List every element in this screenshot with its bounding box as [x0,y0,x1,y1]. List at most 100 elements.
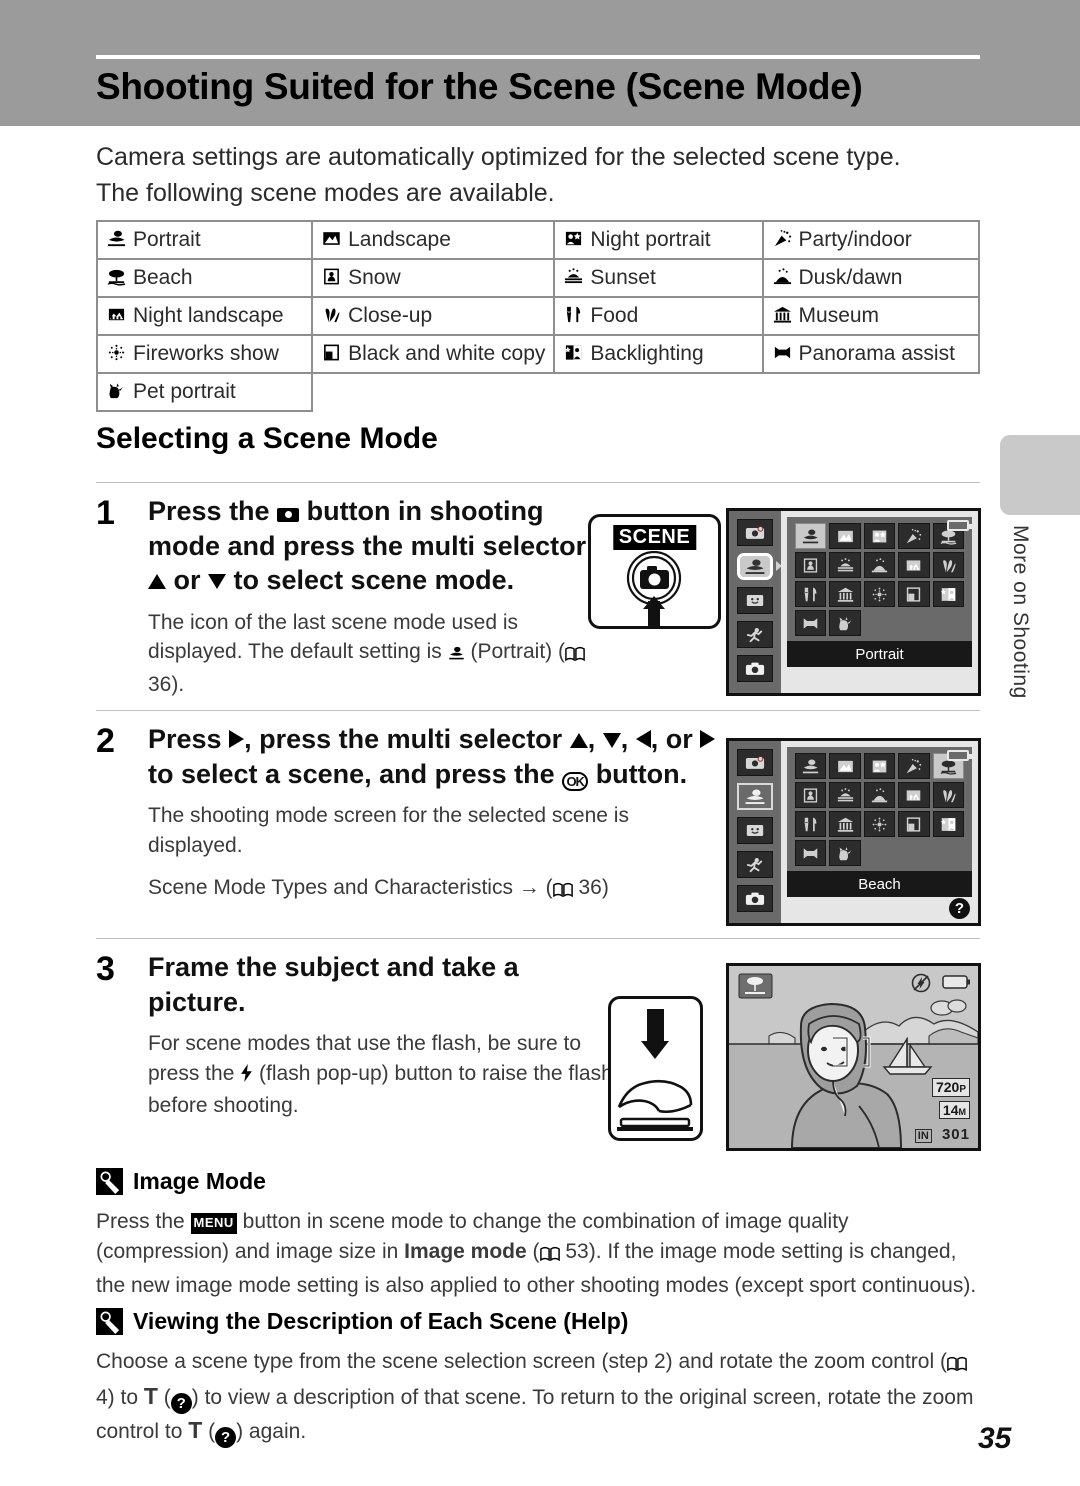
scene-mode-cell: Fireworks show [95,334,314,374]
scene-grid-item[interactable] [795,811,827,837]
step-2-title-part-f: to select a scene, and press the [148,758,563,789]
scene-grid-item[interactable] [829,840,861,866]
section-tab-label: More on Shooting [1009,525,1032,699]
note-scene-help: Viewing the Description of Each Scene (H… [96,1308,980,1449]
rail-item-smart-portrait-2[interactable] [737,817,773,844]
scene-grid-item[interactable] [863,552,896,578]
scene-grid-item[interactable] [898,581,930,607]
tele-zoom-label-1: T [143,1383,158,1410]
rail-item-sport-2[interactable] [737,851,773,878]
scene-mode-cell: Night landscape [95,296,314,336]
rail-item-sport[interactable] [737,621,773,648]
rail-item-camera[interactable] [737,655,773,682]
rail-item-camera-2[interactable] [737,885,773,912]
rail-item-smart-portrait[interactable] [737,587,773,614]
scene-grid-item[interactable] [898,782,930,808]
right-triangle-icon-1 [229,730,245,748]
scene-grid-item[interactable] [795,610,827,636]
scene-mode-label: Party/indoor [798,228,912,251]
scene-grid-item[interactable] [795,782,827,808]
rail-item-scene-2[interactable] [737,783,773,810]
step-2-ref-part-a: Scene Mode Types and Characteristics → ( [148,875,553,899]
section-heading: Selecting a Scene Mode [96,422,438,455]
scene-grid-item[interactable] [829,782,861,808]
table-row: Pet portrait [95,372,979,412]
scene-grid-blank [864,840,895,866]
scene-grid-item[interactable] [795,552,827,578]
scene-grid-item[interactable] [863,753,896,779]
mode-rail [729,511,782,693]
scene-grid-item[interactable] [932,811,964,837]
scene-mode-cell: Panorama assist [761,334,981,374]
scene-grid-item[interactable] [795,523,827,549]
header-rule [96,55,980,59]
camera-icon [277,506,300,522]
divider-1 [96,482,980,483]
scene-grid-item[interactable] [795,753,827,779]
scene-grid-item[interactable] [863,581,896,607]
scene-mode-cell: Snow [311,258,556,298]
movie-resolution-badge: 720P [931,1078,970,1097]
help-badge-icon[interactable]: ? [949,898,970,919]
scene-select-screen-beach: Beach ? [726,738,981,926]
scene-grid-item[interactable] [932,581,964,607]
scene-icon-grid-2 [787,747,972,866]
battery-icon-2 [947,750,972,761]
scene-mode-label: Snow [348,266,401,289]
book-reference-icon-2 [552,876,573,906]
step-1-title-part-a: Press the [148,496,278,526]
battery-status-icon [942,975,970,989]
page-number: 35 [978,1422,1012,1455]
scene-grid-item[interactable] [829,523,861,549]
down-triangle-icon-2 [602,733,621,748]
beach-icon [107,267,127,287]
scene-grid-blank [933,840,964,866]
scene-grid-item[interactable] [898,811,930,837]
scene-grid-item[interactable] [829,753,861,779]
scene-grid-item[interactable] [932,782,964,808]
rail-item-auto[interactable] [737,519,773,546]
scene-grid-item[interactable] [898,753,930,779]
scene-grid-item[interactable] [863,782,896,808]
scene-grid-blank [864,610,895,636]
scene-grid-item[interactable] [795,581,827,607]
backlighting-icon [564,343,584,363]
scene-grid-item[interactable] [829,811,861,837]
scene-grid-item[interactable] [829,610,861,636]
note-2-part-a: Choose a scene type from the scene selec… [96,1350,947,1373]
scene-grid-item[interactable] [795,840,827,866]
scene-mode-label: Pet portrait [133,380,236,403]
note-2-part-b: 4) to [96,1386,144,1410]
scene-grid-item[interactable] [829,552,861,578]
scene-select-screen-portrait: Portrait [726,508,981,696]
portrait-icon [107,229,127,249]
rail-item-auto-2[interactable] [737,749,773,776]
step-2-body: The shooting mode screen for the selecte… [148,804,629,857]
scene-mode-label: Museum [798,304,880,327]
scene-grid-blank [898,840,929,866]
portrait-icon [448,640,465,670]
down-triangle-icon [208,574,227,590]
note-image-mode: Image Mode Press the MENU button in scen… [96,1168,980,1301]
step-2-reference: Scene Mode Types and Characteristics → (… [148,873,733,906]
scene-grid-item[interactable] [863,523,896,549]
scene-mode-label: Night portrait [590,228,711,251]
scene-mode-cell: Close-up [311,296,556,336]
step-1-body-part-c: 36). [148,673,185,697]
scene-grid-item[interactable] [932,552,964,578]
note-pencil-icon-2 [96,1308,123,1335]
scene-grid-item[interactable] [863,811,896,837]
rail-item-scene[interactable] [737,553,773,580]
scene-grid-item[interactable] [898,552,930,578]
table-row: Portrait Landscape Night portrait Party/ind… [95,220,981,260]
tele-zoom-label-2: T [188,1417,203,1444]
scene-grid-item[interactable] [898,523,930,549]
step-3-number: 3 [96,950,115,988]
scene-grid-item[interactable] [829,581,861,607]
scene-mode-label: Beach [133,266,193,289]
snow-icon [322,267,342,287]
book-reference-icon-4 [947,1350,967,1380]
step-3-title: Frame the subject and take a picture. [148,952,519,1017]
scene-mode-label: Dusk/dawn [798,266,903,289]
note-1-part-e: ( [526,1240,540,1264]
